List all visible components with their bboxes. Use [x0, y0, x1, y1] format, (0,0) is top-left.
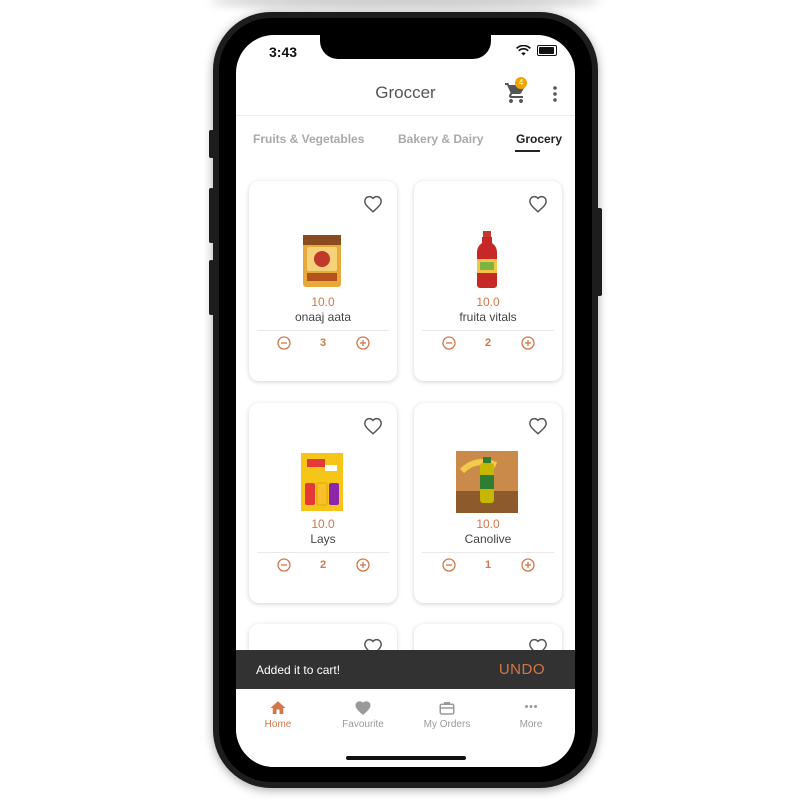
heart-outline-icon[interactable]: [363, 417, 383, 435]
heart-outline-icon[interactable]: [363, 195, 383, 213]
chips-pack-image: [301, 453, 343, 511]
cart-count-badge: 4: [515, 77, 527, 89]
product-name: fruita vitals: [459, 310, 517, 324]
more-vertical-icon[interactable]: [548, 84, 562, 104]
plus-circle-icon[interactable]: [356, 558, 370, 572]
nav-item-more[interactable]: More: [489, 699, 573, 730]
heart-outline-icon[interactable]: [528, 195, 548, 213]
status-icons: [516, 45, 557, 56]
product-card[interactable]: 10.0 Lays 2: [249, 403, 397, 603]
divider: [422, 330, 554, 331]
product-price: 10.0: [311, 295, 335, 309]
home-icon: [270, 701, 286, 714]
oil-bottle-image: [456, 451, 518, 513]
app-bar: Groccer 4: [236, 75, 575, 116]
product-card[interactable]: 10.0 onaaj aata 3: [249, 181, 397, 381]
heart-icon: [355, 701, 371, 716]
divider: [257, 552, 389, 553]
plus-circle-icon[interactable]: [521, 558, 535, 572]
status-time: 3:43: [269, 44, 298, 60]
quantity-value: 2: [484, 337, 492, 349]
tab-bakery-dairy[interactable]: Bakery & Dairy: [398, 132, 483, 146]
quantity-stepper: 1: [414, 558, 562, 576]
quantity-stepper: 2: [414, 336, 562, 354]
nav-label: More: [519, 719, 543, 730]
snackbar-message: Added it to cart!: [256, 663, 341, 677]
product-name: Lays: [310, 532, 336, 546]
minus-circle-icon[interactable]: [277, 558, 291, 572]
nav-label: Favourite: [342, 719, 384, 730]
divider: [257, 330, 389, 331]
tab-indicator: [515, 150, 540, 152]
product-card[interactable]: 10.0 Canolive 1: [414, 403, 562, 603]
minus-circle-icon[interactable]: [277, 336, 291, 350]
product-price: 10.0: [311, 517, 335, 531]
nav-label: Home: [264, 719, 292, 730]
side-button-volume-up: [209, 188, 214, 243]
minus-circle-icon[interactable]: [442, 558, 456, 572]
juice-bottle-image: [477, 231, 497, 288]
quantity-value: 2: [319, 559, 327, 571]
quantity-value: 3: [319, 337, 327, 349]
quantity-stepper: 2: [249, 558, 397, 576]
wifi-icon: [516, 45, 531, 56]
undo-button[interactable]: UNDO: [499, 661, 545, 678]
quantity-stepper: 3: [249, 336, 397, 354]
category-tabs: Fruits & Vegetables Bakery & Dairy Groce…: [236, 125, 575, 155]
flour-bag-image: [303, 235, 341, 287]
side-button-volume-down: [209, 260, 214, 315]
minus-circle-icon[interactable]: [442, 336, 456, 350]
divider: [422, 552, 554, 553]
notch: [320, 35, 491, 59]
product-name: onaaj aata: [294, 310, 352, 324]
product-name: Canolive: [464, 532, 512, 546]
tab-fruits-vegetables[interactable]: Fruits & Vegetables: [253, 132, 364, 146]
product-card[interactable]: 10.0 fruita vitals 2: [414, 181, 562, 381]
side-button-mute: [209, 130, 214, 158]
heart-outline-icon[interactable]: [528, 417, 548, 435]
briefcase-icon: [439, 702, 455, 715]
snackbar: Added it to cart! UNDO: [236, 650, 575, 689]
nav-item-home[interactable]: Home: [236, 699, 320, 730]
nav-item-my-orders[interactable]: My Orders: [405, 699, 489, 730]
quantity-value: 1: [484, 559, 492, 571]
more-horizontal-icon: [525, 705, 537, 708]
tab-grocery[interactable]: Grocery: [516, 132, 562, 146]
phone-screen: 3:43 Groccer 4 Fruits & Vegetables Baker…: [236, 35, 575, 767]
product-price: 10.0: [476, 295, 500, 309]
nav-label: My Orders: [423, 719, 471, 730]
top-shadow: [210, 0, 600, 8]
plus-circle-icon[interactable]: [356, 336, 370, 350]
home-indicator: [346, 756, 466, 760]
plus-circle-icon[interactable]: [521, 336, 535, 350]
product-price: 10.0: [476, 517, 500, 531]
nav-item-favourite[interactable]: Favourite: [321, 699, 405, 730]
side-button-power: [597, 208, 602, 296]
battery-icon: [537, 45, 557, 56]
